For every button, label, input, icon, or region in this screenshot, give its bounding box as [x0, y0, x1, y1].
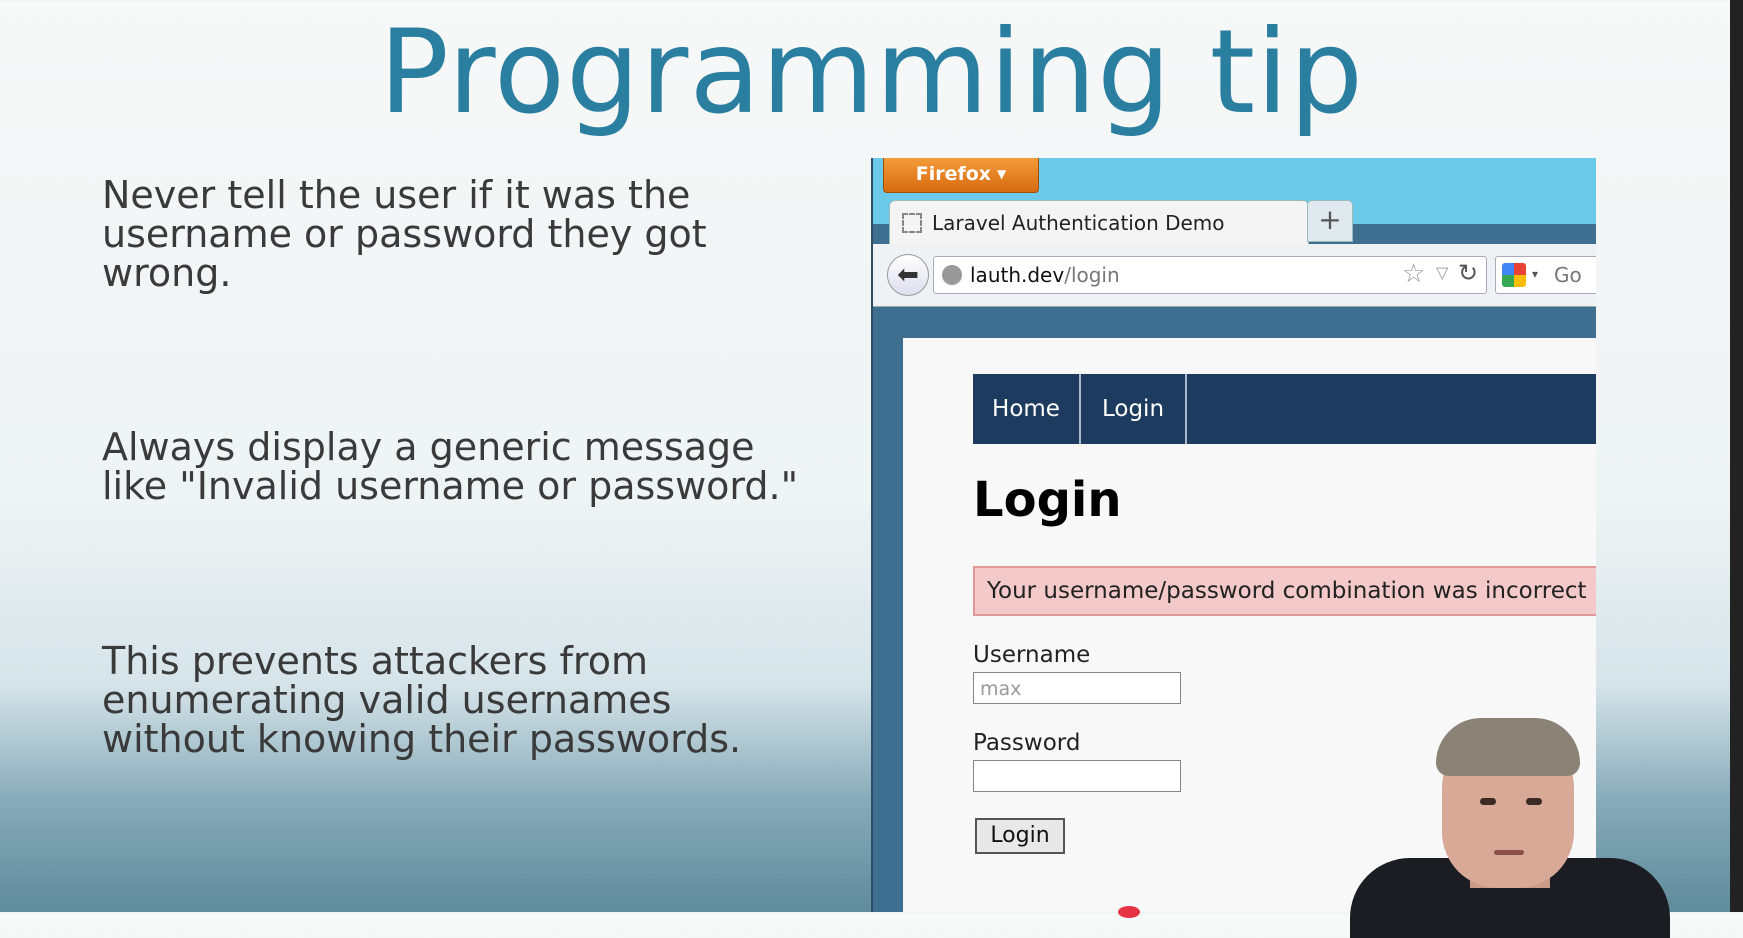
search-engine-dropdown-icon[interactable]: ▾: [1532, 267, 1538, 281]
username-field[interactable]: max: [973, 672, 1181, 704]
tip-line: Always display a generic message: [102, 425, 755, 469]
site-nav: Home Login: [973, 374, 1596, 444]
presenter-hair: [1436, 718, 1580, 776]
password-label: Password: [973, 730, 1081, 756]
globe-icon: [942, 265, 962, 285]
browser-tab[interactable]: Laravel Authentication Demo: [889, 200, 1309, 245]
presenter-eye: [1480, 798, 1496, 805]
tip-line: Never tell the user if it was the: [102, 173, 691, 217]
tab-title: Laravel Authentication Demo: [932, 211, 1225, 235]
dropdown-arrow-icon: ▼: [997, 167, 1007, 181]
reload-icon[interactable]: ↻: [1458, 259, 1478, 287]
tip-line: This prevents attackers from: [102, 639, 648, 683]
firefox-menu-button[interactable]: Firefox ▼: [883, 158, 1039, 193]
password-field[interactable]: [973, 760, 1181, 792]
tip-line: like "Invalid username or password.": [102, 464, 799, 508]
search-placeholder: Go: [1554, 263, 1582, 287]
error-alert: Your username/password combination was i…: [973, 566, 1596, 616]
browser-navbar: ⬅ lauth.dev/login ☆ ▽ ↻ ▾ Go: [873, 244, 1596, 307]
url-path: /login: [1064, 263, 1120, 287]
tip-paragraph-2: Always display a generic message like "I…: [102, 428, 822, 506]
tip-paragraph-1: Never tell the user if it was the userna…: [102, 176, 822, 293]
page-favicon-icon: [902, 213, 922, 233]
presenter-mouth: [1494, 850, 1524, 855]
tip-line: username or password they got: [102, 212, 707, 256]
login-submit-button[interactable]: Login: [975, 818, 1065, 854]
google-icon: [1502, 263, 1526, 287]
history-dropdown-icon[interactable]: ▽: [1436, 263, 1448, 282]
mouse-pointer-icon: [1118, 906, 1140, 918]
new-tab-button[interactable]: +: [1307, 200, 1353, 242]
search-box[interactable]: ▾ Go: [1495, 256, 1596, 294]
slide-title: Programming tip: [378, 5, 1365, 140]
address-bar[interactable]: lauth.dev/login ☆ ▽ ↻: [933, 256, 1487, 294]
tip-paragraph-3: This prevents attackers from enumerating…: [102, 642, 822, 759]
nav-home-link[interactable]: Home: [973, 374, 1081, 444]
page-heading: Login: [973, 472, 1122, 528]
back-arrow-icon[interactable]: ⬅: [887, 254, 929, 296]
presenter-eye: [1526, 798, 1542, 805]
url-text: lauth.dev/login: [970, 263, 1120, 287]
bookmark-star-icon[interactable]: ☆: [1402, 259, 1425, 289]
presenter-video: [1350, 718, 1670, 938]
nav-login-link[interactable]: Login: [1081, 374, 1187, 444]
tip-line: without knowing their passwords.: [102, 717, 742, 761]
tip-line: wrong.: [102, 251, 232, 295]
firefox-label: Firefox: [915, 163, 992, 185]
url-host: lauth.dev: [970, 263, 1065, 287]
username-label: Username: [973, 642, 1091, 668]
tip-line: enumerating valid usernames: [102, 678, 672, 722]
